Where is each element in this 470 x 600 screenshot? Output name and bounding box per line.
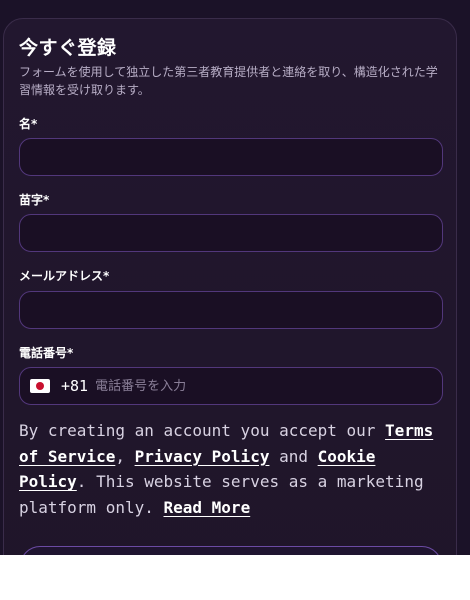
phone-label: 電話番号* [19, 346, 74, 360]
email-input[interactable] [20, 292, 442, 328]
last-name-input[interactable] [20, 215, 442, 251]
form-subtitle: フォームを使用して独立した第三者教育提供者と連絡を取り、構造化された学習情報を受… [19, 65, 438, 97]
country-code[interactable]: +81 [61, 377, 88, 395]
legal-text: , [115, 446, 135, 466]
legal-text: and [269, 446, 318, 466]
last-name-field[interactable] [19, 214, 443, 252]
privacy-policy-link[interactable]: Privacy Policy [135, 447, 270, 466]
read-more-link[interactable]: Read More [164, 498, 251, 517]
phone-field[interactable]: +81 [19, 367, 443, 405]
form-title: 今すぐ登録 [19, 37, 117, 59]
phone-input[interactable] [88, 368, 442, 404]
japan-flag-icon[interactable] [30, 379, 50, 393]
email-field[interactable] [19, 291, 443, 329]
email-label: メールアドレス* [19, 269, 110, 283]
first-name-field[interactable] [19, 138, 443, 176]
first-name-input[interactable] [20, 139, 442, 175]
flag-red-disc [36, 382, 44, 390]
submit-button[interactable] [20, 546, 442, 555]
legal-notice: By creating an account you accept our Te… [19, 418, 449, 520]
last-name-label: 苗字* [19, 193, 50, 207]
first-name-label: 名* [19, 117, 38, 131]
legal-text: By creating an account you accept our [19, 421, 386, 440]
page-background: 今すぐ登録 フォームを使用して独立した第三者教育提供者と連絡を取り、構造化された… [0, 0, 470, 555]
